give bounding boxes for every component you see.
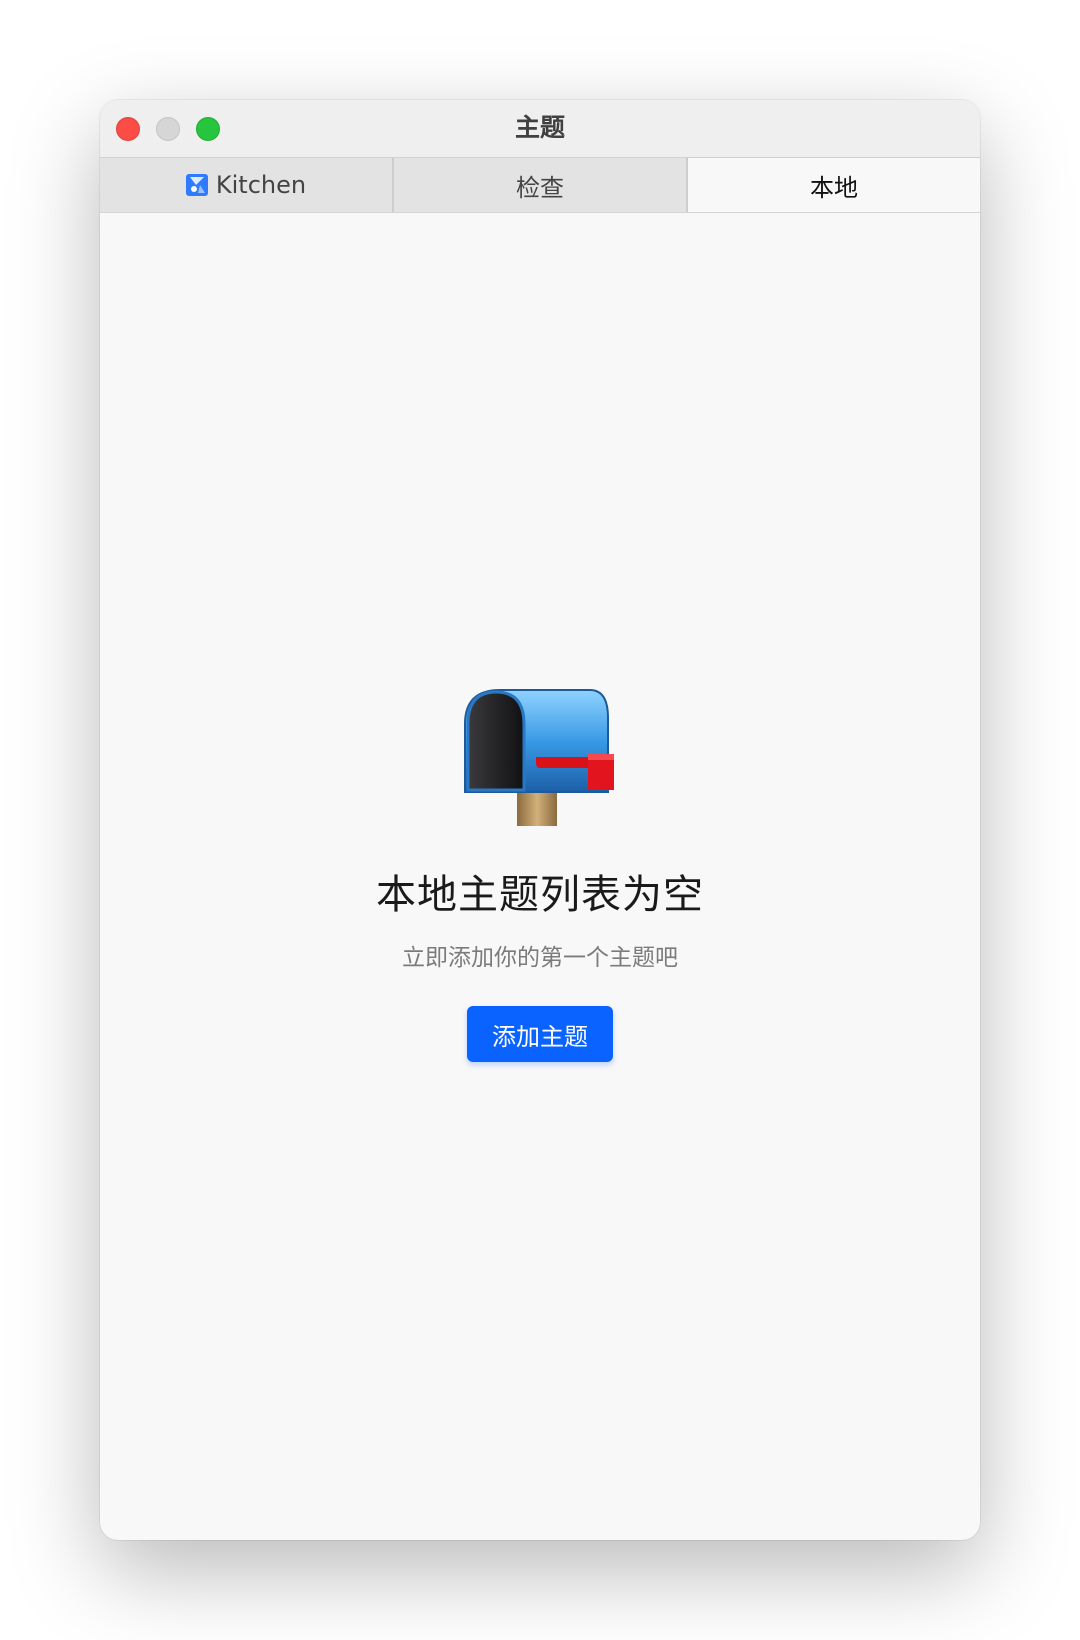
window-title: 主题	[514, 113, 565, 142]
tab-bar: Kitchen 检查 本地	[100, 157, 980, 213]
mailbox-icon	[464, 689, 614, 826]
content-area: 本地主题列表为空 立即添加你的第一个主题吧 添加主题	[100, 213, 980, 1540]
title-bar: 主题	[100, 100, 980, 157]
tab-local-label: 本地	[810, 173, 858, 202]
empty-state-subtitle: 立即添加你的第一个主题吧	[402, 945, 678, 971]
tab-kitchen[interactable]: Kitchen	[100, 158, 394, 212]
add-theme-button[interactable]: 添加主题	[467, 1006, 613, 1062]
tab-kitchen-label: Kitchen	[215, 171, 307, 199]
theme-window: 主题 Kitchen 检查 本地 本地主题列表为空 立即添加你的第一个主题吧 添…	[100, 100, 980, 1540]
tab-inspect[interactable]: 检查	[394, 158, 688, 212]
empty-state-title: 本地主题列表为空	[376, 872, 704, 918]
tab-inspect-label: 检查	[516, 173, 564, 202]
empty-state: 本地主题列表为空 立即添加你的第一个主题吧 添加主题	[100, 688, 980, 1062]
tab-local[interactable]: 本地	[688, 158, 980, 212]
kitchen-logo-icon	[185, 174, 208, 196]
